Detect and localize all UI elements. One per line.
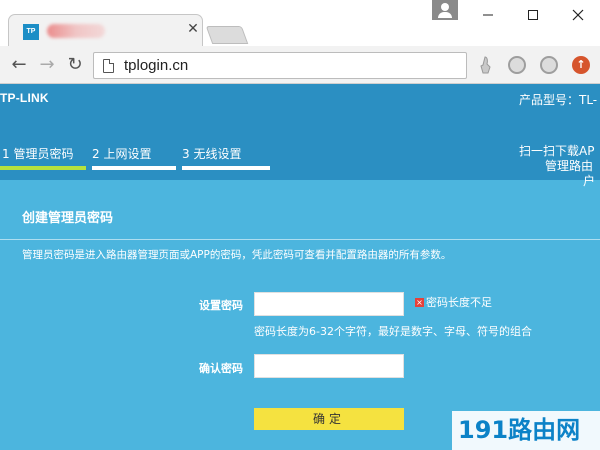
page-title: 创建管理员密码 bbox=[22, 211, 114, 226]
minimize-icon[interactable] bbox=[465, 0, 510, 30]
step-admin-password: 1 管理员密码 bbox=[2, 147, 74, 161]
browser-tab[interactable]: TP ✕ bbox=[8, 14, 203, 46]
extension-upload-icon[interactable]: ↑ bbox=[572, 56, 590, 74]
password-hint: 密码长度为6-32个字符，最好是数字、字母、符号的组合 bbox=[254, 325, 532, 338]
qr-text-line1: 扫一扫下载AP bbox=[519, 144, 595, 158]
back-arrow-icon[interactable]: ← bbox=[8, 54, 30, 76]
url-text[interactable]: tplogin.cn bbox=[124, 57, 188, 74]
qr-text-line2: 管理路由 bbox=[545, 159, 594, 173]
confirm-password-input[interactable] bbox=[254, 354, 404, 378]
window-controls bbox=[465, 0, 600, 30]
tab-title-blurred bbox=[47, 24, 105, 38]
extension-gray-icon-2[interactable] bbox=[540, 56, 558, 74]
step-internet-settings: 2 上网设置 bbox=[92, 147, 152, 161]
step-indicator-active bbox=[0, 166, 86, 170]
step-indicator bbox=[182, 166, 270, 170]
maximize-icon[interactable] bbox=[510, 0, 555, 30]
forward-arrow-icon[interactable]: → bbox=[36, 54, 58, 76]
form-description: 管理员密码是进入路由器管理页面或APP的密码，凭此密码可查看并配置路由器的所有参… bbox=[22, 249, 452, 261]
step-indicator bbox=[92, 166, 176, 170]
page-header: TP-LINK 产品型号：TL- 1 管理员密码 2 上网设置 3 无线设置 扫… bbox=[0, 84, 600, 188]
address-bar[interactable]: tplogin.cn bbox=[93, 52, 467, 79]
user-profile-icon[interactable] bbox=[432, 0, 458, 20]
extension-gray-icon[interactable] bbox=[508, 56, 526, 74]
close-icon[interactable] bbox=[555, 0, 600, 30]
reload-icon[interactable]: ↻ bbox=[64, 54, 86, 76]
confirm-password-label: 确认密码 bbox=[199, 362, 243, 375]
app-download-prompt: 扫一扫下载AP 管理路由 户 bbox=[519, 144, 595, 189]
page-icon bbox=[103, 59, 114, 73]
error-icon: × bbox=[415, 297, 424, 307]
error-text: 密码长度不足 bbox=[426, 296, 492, 309]
browser-toolbar: ← → ↻ tplogin.cn ↑ bbox=[0, 46, 600, 84]
router-setup-page: TP-LINK 产品型号：TL- 1 管理员密码 2 上网设置 3 无线设置 扫… bbox=[0, 84, 600, 450]
product-model: 产品型号：TL- bbox=[519, 93, 598, 107]
password-input[interactable] bbox=[254, 292, 404, 316]
qr-text-line3: 户 bbox=[583, 174, 596, 188]
step-wireless-settings: 3 无线设置 bbox=[182, 147, 242, 161]
extension-hand-icon[interactable] bbox=[478, 55, 492, 75]
tab-close-icon[interactable]: ✕ bbox=[185, 21, 201, 37]
new-tab-button[interactable] bbox=[205, 26, 249, 44]
tp-link-favicon-icon: TP bbox=[23, 24, 39, 40]
password-error: × 密码长度不足 bbox=[415, 294, 492, 310]
confirm-button[interactable]: 确定 bbox=[254, 408, 404, 430]
site-watermark: 191路由网 bbox=[452, 411, 600, 450]
tp-link-logo: TP-LINK bbox=[0, 91, 49, 105]
divider bbox=[0, 239, 600, 240]
password-label: 设置密码 bbox=[199, 299, 243, 312]
browser-titlebar: TP ✕ bbox=[0, 0, 600, 46]
